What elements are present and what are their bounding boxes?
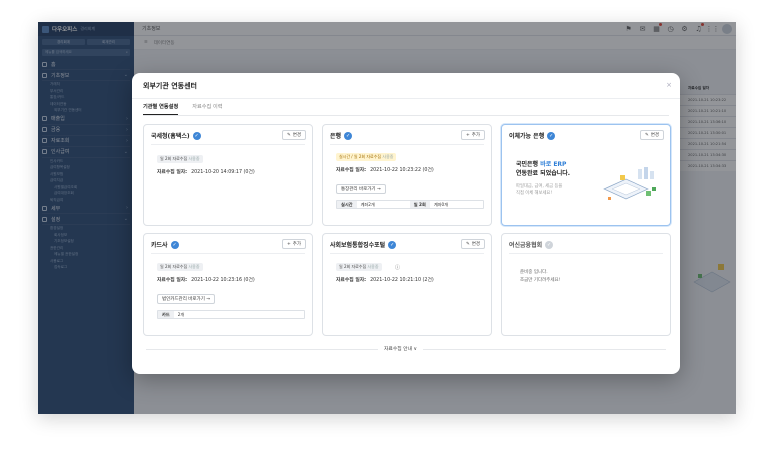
- edit-icon: ✎: [465, 241, 470, 247]
- status-badge: 일 2회 자료수집 사용중: [157, 263, 203, 271]
- check-icon: ✓: [170, 240, 179, 249]
- preparing-message: 준비중 입니다. 조금만 기다려주세요!: [520, 269, 561, 285]
- divider: [330, 144, 484, 145]
- button-label: 추가: [471, 133, 480, 138]
- badge-soft-text: 사용중: [382, 154, 394, 159]
- collection-guide-toggle[interactable]: 자료수집 안내 ∨: [378, 345, 424, 354]
- kv-value: 계좌2개: [360, 202, 375, 207]
- card-title: 사회보험통합징수포털 ✓: [330, 240, 397, 249]
- badge-text: 일 2회 자료수집: [339, 264, 367, 269]
- promo-line: 연동완료 되었습니다.: [516, 170, 571, 177]
- add-button[interactable]: + 추가: [460, 130, 485, 140]
- modal-tabs: 기관별 연동설정 자료수집 이력: [143, 103, 223, 115]
- kv-key: 카드: [158, 311, 174, 318]
- promo-sub-line: 직접 이체 해보세요!: [516, 191, 553, 196]
- button-label: 추가: [292, 242, 301, 247]
- modal-header: 외부기관 연동센터 ×: [132, 73, 680, 99]
- kv-key: 일 2회: [409, 201, 430, 208]
- divider: [509, 253, 663, 254]
- account-summary: 실시간 계좌2개 일 2회 계좌0개: [336, 200, 484, 209]
- collection-date: 자료수집 일자: 2021-10-22 10:21:10 (2건): [336, 276, 434, 283]
- status-badge: 일 2회 자료수집 사용중: [157, 155, 203, 163]
- change-button[interactable]: ✎ 변경: [639, 130, 664, 140]
- divider: [330, 253, 484, 254]
- transfer-illustration: [603, 167, 656, 200]
- card-title-text: 여신금융협회: [509, 242, 543, 249]
- plus-icon: +: [465, 132, 470, 138]
- edit-icon: ✎: [286, 132, 291, 138]
- status-badge: 일 2회 자료수집 사용중: [336, 263, 382, 271]
- kv-key: 실시간: [337, 201, 357, 208]
- card-card-company: 카드사 ✓ + 추가 일 2회 자료수집 사용중 자료수집 일자: 2021-10-2…: [143, 233, 313, 336]
- add-button[interactable]: + 추가: [281, 239, 306, 249]
- bankbook-shortcut-button[interactable]: 통장관리 바로가기 →: [336, 184, 386, 194]
- card-title: 이체가능 은행 ✓: [509, 131, 556, 140]
- tab-collection-history[interactable]: 자료수집 이력: [192, 103, 222, 115]
- check-icon: ✓: [344, 131, 353, 140]
- info-circle-icon[interactable]: ⓘ: [395, 264, 400, 271]
- modal-title: 외부기관 연동센터: [143, 81, 197, 90]
- info-value: 2021-10-20 14:09:17 (0건): [191, 170, 255, 175]
- collection-date: 자료수집 일자: 2021-10-22 10:23:22 (0건): [336, 166, 434, 173]
- badge-soft-text: 사용중: [367, 264, 379, 269]
- info-value: 2021-10-22 10:23:22 (0건): [370, 168, 434, 173]
- plus-icon: +: [286, 241, 291, 247]
- card-credit-finance: 여신금융협회 ✓ 준비중 입니다. 조금만 기다려주세요!: [501, 233, 671, 336]
- info-label: 자료수집 일자:: [336, 278, 367, 283]
- info-label: 자료수집 일자:: [157, 278, 188, 283]
- card-social-insurance: 사회보험통합징수포털 ✓ ✎ 변경 일 2회 자료수집 사용중 ⓘ 자료수집 일자:…: [322, 233, 492, 336]
- kv-value: 2개: [177, 312, 185, 317]
- preparing-line: 조금만 기다려주세요!: [520, 278, 561, 283]
- divider: [151, 253, 305, 254]
- divider: [151, 144, 305, 145]
- promo-bank: 국민은행: [516, 161, 539, 168]
- card-title-text: 국세청(홈택스): [151, 133, 190, 140]
- badge-soft-text: 사용중: [188, 156, 200, 161]
- promo-sub-line: 파일대금, 급여, 세금 등을: [516, 184, 563, 189]
- preparing-line: 준비중 입니다.: [520, 270, 548, 275]
- edit-icon: ✎: [644, 132, 649, 138]
- check-icon: ✓: [192, 131, 201, 140]
- button-label: 변경: [471, 242, 480, 247]
- badge-text: 일 2회 자료수집: [160, 156, 188, 161]
- check-icon: ✓: [388, 240, 397, 249]
- card-title-text: 은행: [330, 133, 342, 140]
- promo-subtext: 파일대금, 급여, 세금 등을 직접 이체 해보세요!: [516, 183, 562, 197]
- badge-text: 일 2회 자료수집: [160, 264, 188, 269]
- info-value: 2021-10-22 10:23:16 (0건): [191, 278, 255, 283]
- tab-divider: [143, 115, 669, 116]
- change-button[interactable]: ✎ 변경: [460, 239, 485, 249]
- card-title: 국세청(홈택스) ✓: [151, 131, 201, 140]
- tab-org-settings[interactable]: 기관별 연동설정: [143, 103, 179, 115]
- corporate-card-shortcut-button[interactable]: 법인카드관리 바로가기 →: [157, 294, 216, 304]
- info-label: 자료수집 일자:: [157, 170, 188, 175]
- promo-highlight: 바로 ERP: [540, 161, 567, 168]
- info-label: 자료수집 일자:: [336, 168, 367, 173]
- integration-center-modal: 외부기관 연동센터 × 기관별 연동설정 자료수집 이력 국세청(홈택스) ✓ ✎…: [132, 73, 680, 374]
- badge-soft-text: 사용중: [188, 264, 200, 269]
- card-title: 은행 ✓: [330, 131, 353, 140]
- badge-text: 실시간 / 일 2회 자료수집: [339, 154, 382, 159]
- info-value: 2021-10-22 10:21:10 (2건): [370, 278, 434, 283]
- kv-value: 계좌0개: [433, 202, 449, 207]
- card-title: 카드사 ✓: [151, 240, 179, 249]
- collection-date: 자료수집 일자: 2021-10-22 10:23:16 (0건): [157, 276, 255, 283]
- card-title: 여신금융협회 ✓: [509, 240, 554, 249]
- card-hometax: 국세청(홈택스) ✓ ✎ 변경 일 2회 자료수집 사용중 자료수집 일자: 2021…: [143, 124, 313, 226]
- button-label: 변경: [650, 133, 659, 138]
- button-label: 변경: [292, 133, 301, 138]
- collection-date: 자료수집 일자: 2021-10-20 14:09:17 (0건): [157, 168, 255, 175]
- status-badge: 실시간 / 일 2회 자료수집 사용중: [336, 153, 397, 161]
- change-button[interactable]: ✎ 변경: [281, 130, 306, 140]
- card-title-text: 이체가능 은행: [509, 133, 545, 140]
- card-bank: 은행 ✓ + 추가 실시간 / 일 2회 자료수집 사용중 자료수집 일자: 2021…: [322, 124, 492, 226]
- promo-text: 국민은행 바로 ERP 연동완료 되었습니다.: [516, 160, 570, 178]
- card-summary: 카드 2개: [157, 310, 305, 319]
- close-icon[interactable]: ×: [666, 81, 672, 89]
- check-icon: ✓: [545, 240, 554, 249]
- card-transfer-bank: 이체가능 은행 ✓ ✎ 변경 국민은행 바로 ERP 연동완료 되었습니다. 파일대…: [501, 124, 671, 226]
- card-title-text: 카드사: [151, 242, 168, 249]
- card-title-text: 사회보험통합징수포털: [330, 242, 386, 249]
- check-icon: ✓: [547, 131, 556, 140]
